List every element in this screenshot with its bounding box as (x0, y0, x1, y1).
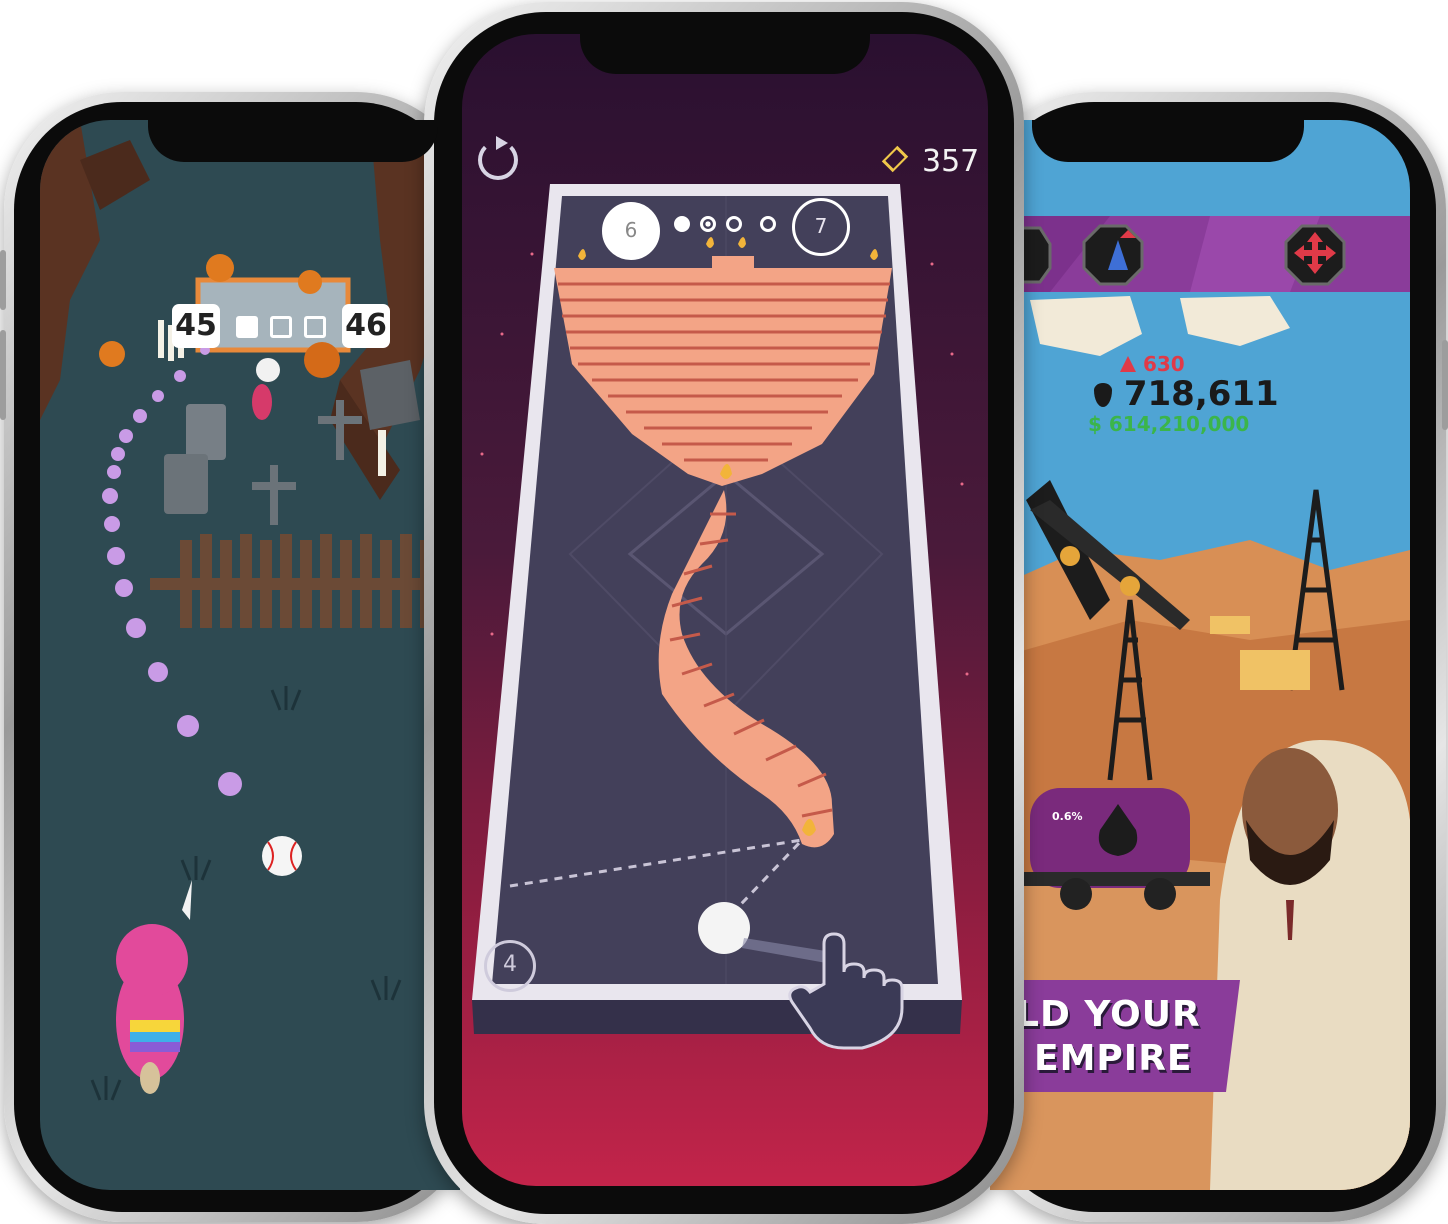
tank-percent: 0.6% (1052, 810, 1083, 823)
progress-square-2 (270, 316, 292, 338)
side-button (0, 330, 6, 420)
notch (1032, 120, 1304, 162)
wooden-fence (150, 534, 460, 628)
banner-line-2: EMPIRE (1034, 1038, 1193, 1079)
level-dot-2 (700, 216, 716, 232)
graveyard-scene (40, 120, 460, 1101)
banner-line-1: LD YOUR (1016, 994, 1201, 1035)
game-screen-center[interactable]: 357 6 7 4 (462, 34, 988, 1186)
domino-board (472, 184, 969, 1050)
level-dot-1 (674, 216, 690, 232)
menu-button-1 (1018, 226, 1052, 284)
game-screen-left[interactable]: 45 46 (40, 120, 460, 1190)
gravestone (164, 454, 208, 514)
side-button (0, 250, 6, 310)
red-gem-icon (1120, 356, 1136, 372)
balls-left-counter: 4 (484, 940, 536, 992)
oil-counter: 718,611 (1094, 374, 1279, 414)
current-level: 6 (602, 202, 660, 260)
progress-square-1 (236, 316, 258, 338)
gem-count: 357 (922, 144, 980, 179)
domino-ball (698, 902, 750, 954)
unicorn-player (116, 880, 192, 1094)
game-screen-right[interactable]: 630 718,611 $ 614,210,000 0.6% LD YOUR E… (990, 120, 1410, 1190)
oil-drop-icon (1094, 383, 1112, 407)
score-left: 45 (172, 304, 220, 348)
progress-square-3 (304, 316, 326, 338)
goalkeeper (252, 358, 280, 420)
side-button (1442, 340, 1448, 430)
notch (148, 120, 438, 162)
soccer-goal (198, 280, 348, 350)
level-dot-4 (760, 216, 776, 232)
score-right: 46 (342, 304, 390, 348)
gem-counter: 630 (1120, 352, 1185, 376)
notch (580, 34, 870, 74)
level-dot-3 (726, 216, 742, 232)
money-counter: $ 614,210,000 (1088, 412, 1250, 436)
gravestone (186, 404, 226, 460)
restart-arrow (496, 136, 508, 150)
next-level: 7 (792, 198, 850, 256)
